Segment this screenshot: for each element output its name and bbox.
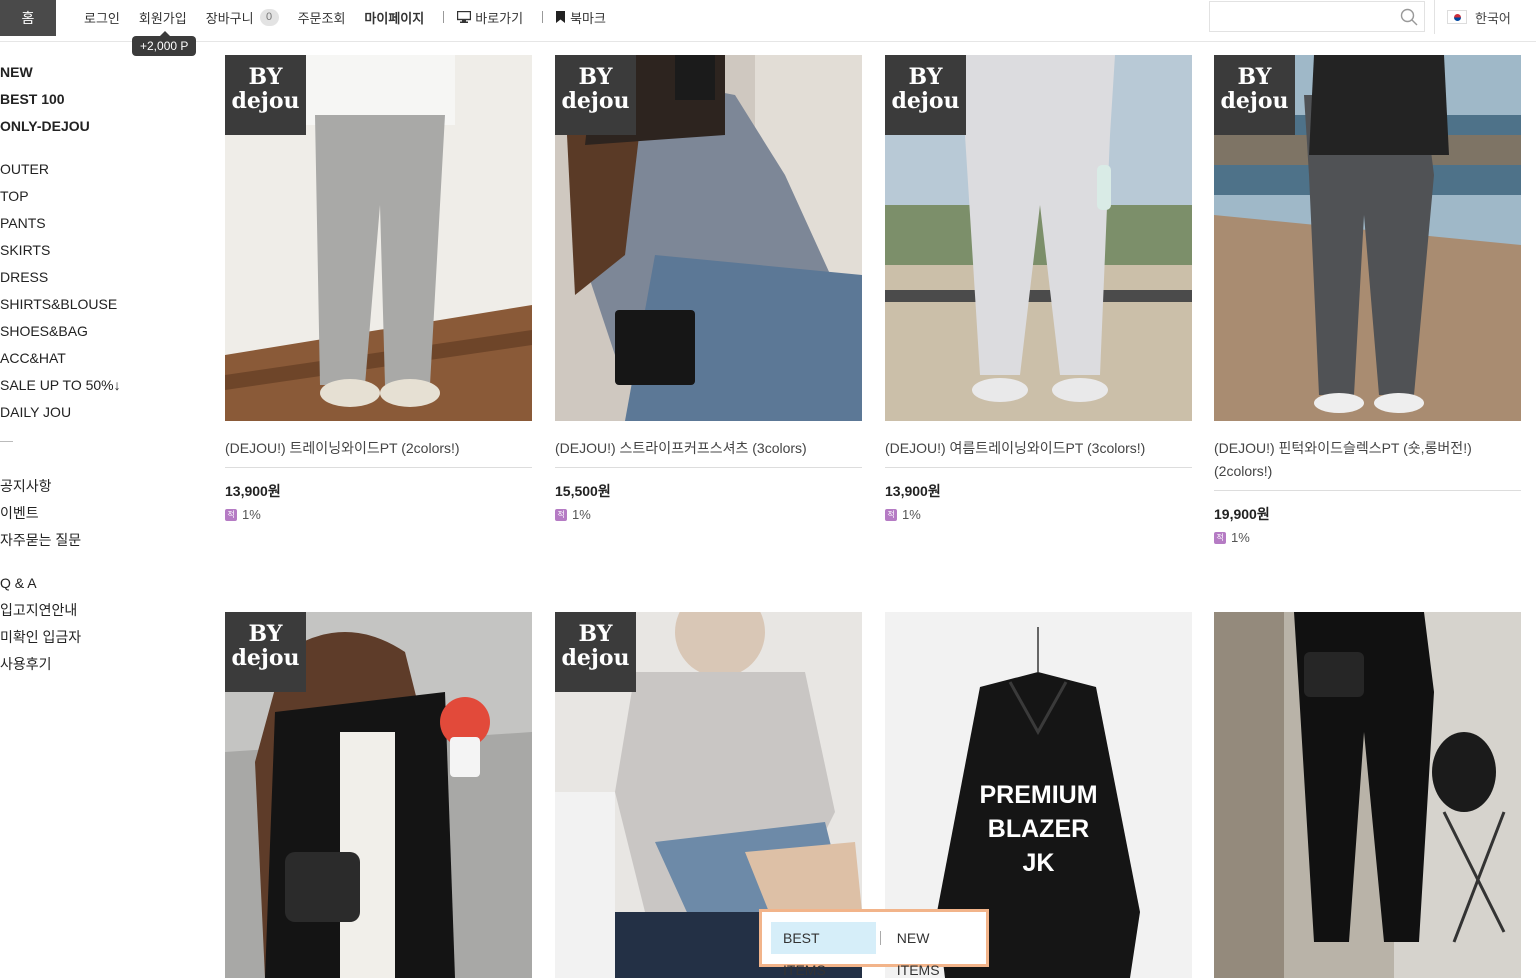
product-image[interactable] bbox=[1214, 612, 1521, 978]
brand-badge: BY dejou bbox=[225, 55, 306, 135]
sidebar-item-dress[interactable]: DRESS bbox=[0, 267, 140, 294]
korea-flag-icon bbox=[1447, 10, 1467, 24]
product-card[interactable]: BY dejou bbox=[225, 612, 532, 978]
brand-badge: BY dejou bbox=[555, 55, 636, 135]
sidebar-item-shirts-blouse[interactable]: SHIRTS&BLOUSE bbox=[0, 294, 140, 321]
bookmark-label: 북마크 bbox=[570, 10, 606, 26]
brand-badge: BY dejou bbox=[225, 612, 306, 692]
product-price: 19,900원 bbox=[1214, 506, 1270, 522]
bookmark-icon bbox=[556, 11, 566, 23]
brand-badge: BY dejou bbox=[885, 55, 966, 135]
divider bbox=[879, 931, 881, 945]
search-icon[interactable] bbox=[1400, 8, 1418, 26]
product-price: 15,500원 bbox=[555, 483, 611, 499]
sidebar-item-top[interactable]: TOP bbox=[0, 186, 140, 213]
product-reward: 적 1% bbox=[225, 507, 532, 522]
product-overlay-text: PREMIUM BLAZER JK bbox=[979, 781, 1098, 877]
product-name[interactable]: (DEJOU!) 스트라이프커프스셔츠 (3colors) bbox=[555, 437, 862, 468]
product-image[interactable]: BY dejou bbox=[225, 612, 532, 978]
language-label: 한국어 bbox=[1475, 10, 1511, 26]
brand-badge: BY dejou bbox=[555, 612, 636, 692]
search-box bbox=[1209, 1, 1425, 32]
monitor-icon bbox=[457, 11, 472, 23]
sidebar-item-reviews[interactable]: 사용후기 bbox=[0, 654, 140, 681]
language-selector[interactable]: 한국어 bbox=[1434, 0, 1511, 34]
product-name[interactable]: (DEJOU!) 트레이닝와이드PT (2colors!) bbox=[225, 437, 532, 468]
product-image[interactable]: BY dejou bbox=[555, 55, 862, 421]
product-price: 13,900원 bbox=[225, 483, 281, 499]
product-card[interactable]: BY dejou (DEJOU!) 스트라이프커프스셔츠 (3colors) 15… bbox=[555, 55, 862, 522]
best-new-tabs: BEST ITEMS NEW ITEMS bbox=[759, 909, 989, 978]
cart-link[interactable]: 장바구니 0 bbox=[206, 8, 279, 27]
product-name[interactable]: (DEJOU!) 여름트레이닝와이드PT (3colors!) bbox=[885, 437, 1192, 468]
sidebar-item-unconfirmed-deposit[interactable]: 미확인 입금자 bbox=[0, 627, 140, 654]
sidebar-divider bbox=[0, 441, 13, 442]
product-image[interactable]: BY dejou bbox=[885, 55, 1192, 421]
product-image[interactable]: BY dejou bbox=[225, 55, 532, 421]
search-input[interactable] bbox=[1210, 2, 1390, 31]
shortcut-link[interactable]: 바로가기 bbox=[457, 8, 523, 27]
sidebar-item-faq[interactable]: 자주묻는 질문 bbox=[0, 530, 140, 557]
sidebar-item-event[interactable]: 이벤트 bbox=[0, 503, 140, 530]
sidebar-item-daily-jou[interactable]: DAILY JOU bbox=[0, 402, 140, 429]
points-tooltip: +2,000 P bbox=[132, 31, 197, 56]
reward-point-icon: 적 bbox=[885, 508, 897, 521]
cart-label: 장바구니 bbox=[205, 10, 254, 26]
product-card[interactable]: BY dejou (DEJOU!) 핀턱와이드슬렉스PT (숏,롱버전!) (2c… bbox=[1214, 55, 1521, 545]
product-reward: 적 1% bbox=[555, 507, 862, 522]
login-link[interactable]: 로그인 bbox=[84, 8, 120, 27]
home-button[interactable]: 홈 bbox=[0, 0, 56, 36]
sidebar-item-skirts[interactable]: SKIRTS bbox=[0, 240, 140, 267]
sidebar-item-pants[interactable]: PANTS bbox=[0, 213, 140, 240]
sidebar-item-outer[interactable]: OUTER bbox=[0, 159, 140, 186]
reward-point-icon: 적 bbox=[1214, 531, 1226, 544]
signup-link[interactable]: 회원가입 bbox=[139, 8, 187, 27]
sidebar-item-qna[interactable]: Q & A bbox=[0, 573, 140, 600]
sidebar-item-shoes-bag[interactable]: SHOES&BAG bbox=[0, 321, 140, 348]
order-lookup-link[interactable]: 주문조회 bbox=[298, 8, 346, 27]
sidebar-item-only-dejou[interactable]: ONLY-DEJOU bbox=[0, 116, 140, 143]
tab-best-items[interactable]: BEST ITEMS bbox=[771, 922, 876, 978]
reward-point-icon: 적 bbox=[225, 508, 237, 521]
sidebar-item-acc-hat[interactable]: ACC&HAT bbox=[0, 348, 140, 375]
top-menu: 로그인 회원가입 장바구니 0 주문조회 마이페이지 바로가기 북마크 bbox=[84, 0, 625, 34]
mypage-link[interactable]: 마이페이지 bbox=[364, 8, 424, 27]
divider bbox=[542, 11, 544, 23]
product-name[interactable]: (DEJOU!) 핀턱와이드슬렉스PT (숏,롱버전!) (2colors!) bbox=[1214, 437, 1521, 491]
product-card[interactable]: BY dejou (DEJOU!) 트레이닝와이드PT (2colors!) 13… bbox=[225, 55, 532, 522]
sidebar-item-notice[interactable]: 공지사항 bbox=[0, 476, 140, 503]
sidebar-item-best100[interactable]: BEST 100 bbox=[0, 89, 140, 116]
top-navigation-bar: 홈 로그인 회원가입 장바구니 0 주문조회 마이페이지 바로가기 북마크 한국… bbox=[0, 0, 1536, 42]
product-reward: 적 1% bbox=[885, 507, 1192, 522]
brand-badge: BY dejou bbox=[1214, 55, 1295, 135]
product-price: 13,900원 bbox=[885, 483, 941, 499]
product-card[interactable]: BY dejou (DEJOU!) 여름트레이닝와이드PT (3colors!) … bbox=[885, 55, 1192, 522]
product-card[interactable] bbox=[1214, 612, 1521, 978]
bookmark-link[interactable]: 북마크 bbox=[556, 8, 606, 27]
product-reward: 적 1% bbox=[1214, 530, 1521, 545]
sidebar: NEW BEST 100 ONLY-DEJOU OUTER TOP PANTS … bbox=[0, 62, 140, 681]
divider bbox=[443, 11, 445, 23]
tab-new-items[interactable]: NEW ITEMS bbox=[885, 922, 986, 978]
sidebar-item-new[interactable]: NEW bbox=[0, 62, 140, 89]
sidebar-item-delay-notice[interactable]: 입고지연안내 bbox=[0, 600, 140, 627]
reward-point-icon: 적 bbox=[555, 508, 567, 521]
shortcut-label: 바로가기 bbox=[475, 10, 524, 26]
cart-count-badge: 0 bbox=[259, 8, 279, 26]
sidebar-item-sale[interactable]: SALE UP TO 50%↓ bbox=[0, 375, 140, 402]
product-image[interactable]: BY dejou bbox=[1214, 55, 1521, 421]
